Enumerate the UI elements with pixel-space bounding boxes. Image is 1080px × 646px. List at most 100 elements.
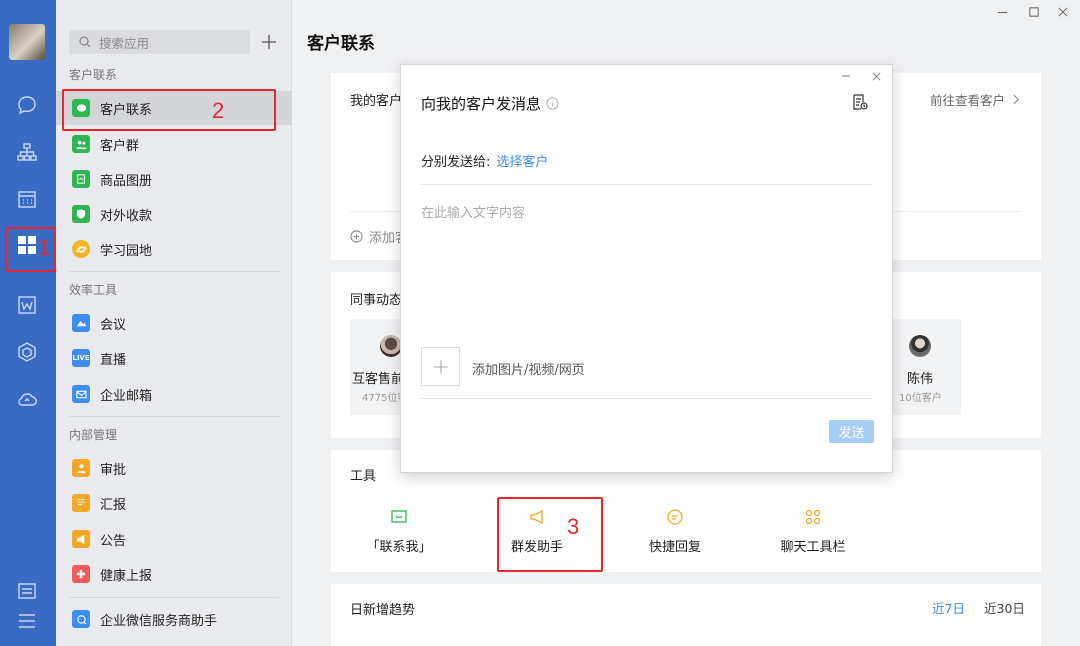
group-icon (72, 135, 90, 153)
assistant-icon (72, 610, 90, 628)
org-chart-icon[interactable] (14, 139, 40, 165)
quick-reply-icon (667, 509, 683, 525)
search-input[interactable]: 搜索应用 (69, 30, 250, 54)
chat-toolbar-tool[interactable]: 聊天工具栏 (758, 508, 868, 555)
sidebar-item-label: 会议 (100, 317, 127, 333)
close-icon (1058, 7, 1068, 17)
sidebar-item-payment[interactable]: 对外收款 (56, 197, 292, 231)
plus-circle-icon (350, 230, 363, 243)
user-avatar[interactable] (9, 24, 45, 60)
tool-label: 聊天工具栏 (780, 540, 846, 555)
message-icon[interactable] (14, 92, 40, 118)
send-button[interactable]: 发送 (829, 420, 874, 443)
recipients-row: 分别发送给: 选择客户 (421, 151, 548, 170)
sidebar-item-approval[interactable]: 审批 (56, 451, 292, 485)
section-title: 客户联系 (69, 68, 118, 82)
record-button[interactable] (851, 93, 869, 115)
settings-list-icon[interactable] (14, 578, 40, 604)
info-icon[interactable] (546, 97, 559, 110)
sidebar-item-label: 企业微信服务商助手 (100, 613, 218, 629)
calendar-icon[interactable] (14, 186, 40, 212)
approval-icon (72, 459, 90, 477)
colleague-count: 10位客户 (899, 393, 942, 404)
sidebar-item-announcement[interactable]: 公告 (56, 522, 292, 556)
live-icon: LIVE (72, 349, 90, 367)
sidebar-item-meeting[interactable]: 会议 (56, 306, 292, 340)
tool-label: 「联系我」 (366, 540, 432, 555)
goto-customers-link[interactable]: 前往查看客户 (930, 90, 1020, 109)
sidebar-item-product-album[interactable]: 商品图册 (56, 162, 292, 196)
card-title: 同事动态 (350, 293, 403, 308)
close-window-button[interactable] (1055, 4, 1071, 20)
cube-icon[interactable] (14, 339, 40, 365)
report-icon (72, 494, 90, 512)
meeting-icon (72, 314, 90, 332)
section-title: 效率工具 (69, 283, 118, 297)
sidebar-item-learning[interactable]: 学习园地 (56, 232, 292, 266)
attachment-label: 添加图片/视频/网页 (472, 363, 585, 378)
sidebar-item-label: 企业邮箱 (100, 388, 153, 404)
minimize-icon (842, 75, 850, 77)
sidebar-item-live[interactable]: LIVE 直播 (56, 341, 292, 375)
sidebar-item-email[interactable]: 企业邮箱 (56, 377, 292, 411)
sidebar-item-label: 学习园地 (100, 243, 153, 259)
colleague-card[interactable]: 陈伟 10位客户 (891, 319, 961, 415)
toolbar-icon (805, 509, 821, 525)
sidebar-item-label: 健康上报 (100, 568, 153, 584)
divider (421, 398, 873, 399)
search-icon (79, 36, 91, 48)
dialog-close-button[interactable] (872, 70, 881, 85)
range-30days[interactable]: 近30日 (984, 598, 1025, 617)
minimize-button[interactable] (994, 4, 1010, 20)
megaphone-icon (72, 530, 90, 548)
sidebar-item-label: 汇报 (100, 497, 127, 513)
colleague-name: 互客售前 (352, 372, 405, 387)
add-attachment-button[interactable] (421, 347, 460, 386)
plus-icon (434, 360, 448, 374)
avatar (909, 335, 931, 357)
daily-trend-card: 日新增趋势 近7日 近30日 (331, 584, 1041, 646)
annotation-number: 1 (38, 235, 51, 260)
chevron-right-icon (1013, 94, 1020, 105)
search-placeholder: 搜索应用 (99, 35, 150, 51)
maximize-icon (1029, 7, 1039, 17)
minimize-icon (997, 11, 1007, 13)
select-customer-link[interactable]: 选择客户 (496, 151, 548, 170)
sidebar-item-label: 审批 (100, 462, 127, 478)
range-7days[interactable]: 近7日 (932, 598, 965, 617)
annotation-box-2 (62, 89, 276, 131)
album-icon (72, 170, 90, 188)
quick-reply-tool[interactable]: 快捷回复 (620, 508, 730, 555)
maximize-button[interactable] (1026, 4, 1042, 20)
annotation-number: 2 (212, 98, 225, 123)
shield-icon (72, 205, 90, 223)
page-title: 客户联系 (307, 34, 375, 54)
mail-icon (72, 385, 90, 403)
message-textarea[interactable]: 在此输入文字内容 (421, 202, 525, 221)
sidebar-item-label: 公告 (100, 533, 127, 549)
contact-me-tool[interactable]: 「联系我」 (344, 508, 454, 555)
sidebar-item-customer-group[interactable]: 客户群 (56, 127, 292, 161)
send-message-dialog: 向我的客户发消息 分别发送给: 选择客户 在此输入文字内容 添加图片/视频/网页… (400, 64, 893, 473)
sidebar-item-label: 直播 (100, 352, 127, 368)
divider (421, 184, 873, 185)
add-app-button[interactable] (258, 30, 280, 54)
divider (69, 416, 279, 417)
sidebar-item-label: 商品图册 (100, 173, 153, 189)
annotation-number: 3 (567, 514, 580, 539)
health-kit-icon (72, 565, 90, 583)
avatar (380, 335, 402, 357)
sidebar-item-label: 客户群 (100, 138, 140, 154)
cloud-drive-icon[interactable] (14, 386, 40, 412)
dialog-title: 向我的客户发消息 (421, 93, 559, 114)
plus-icon (262, 35, 276, 49)
sidebar-item-health-report[interactable]: 健康上报 (56, 557, 292, 591)
menu-icon[interactable] (14, 608, 40, 634)
sidebar-item-report[interactable]: 汇报 (56, 486, 292, 520)
planet-icon (72, 240, 90, 258)
annotation-box-3 (497, 497, 603, 572)
dialog-minimize-button[interactable] (841, 70, 851, 85)
doc-w-icon[interactable] (14, 292, 40, 318)
sidebar-item-service-assistant[interactable]: 企业微信服务商助手 (56, 602, 292, 636)
dialog-title-text: 向我的客户发消息 (421, 95, 542, 113)
